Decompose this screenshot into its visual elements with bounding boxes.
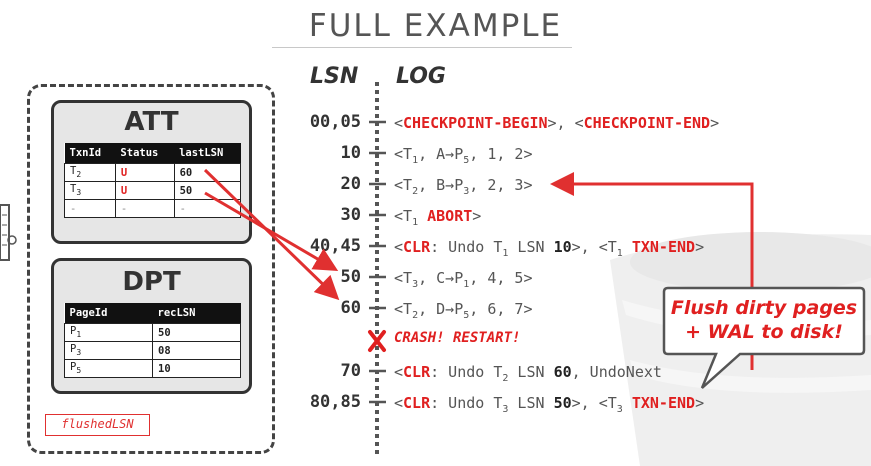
callout-text: Flush dirty pages + WAL to disk! bbox=[665, 296, 863, 344]
callout-line1: Flush dirty pages bbox=[670, 297, 858, 319]
callout-bubble bbox=[662, 286, 866, 389]
callout-line2: + WAL to disk! bbox=[685, 321, 843, 343]
